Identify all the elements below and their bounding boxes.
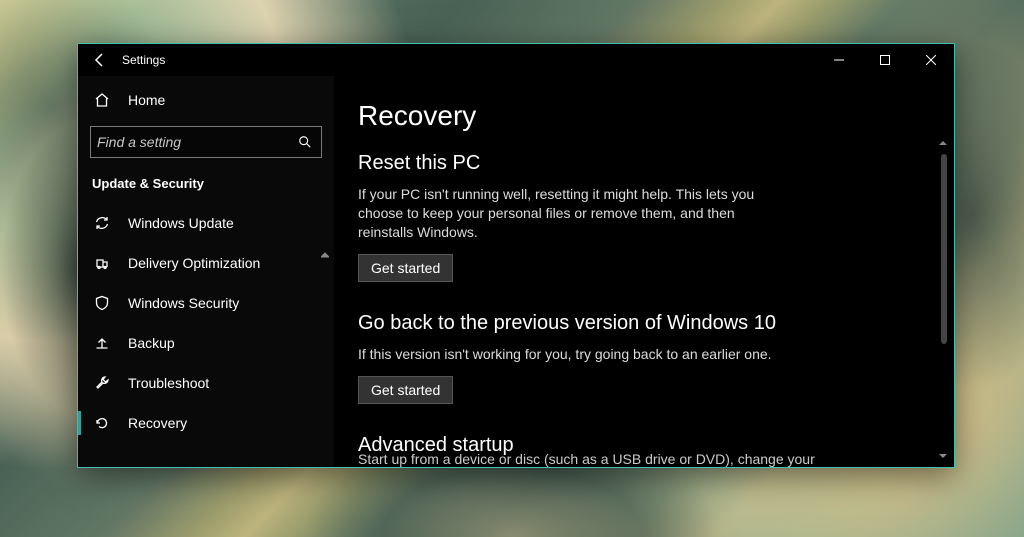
main-content: Recovery Reset this PC If your PC isn't … [334,76,954,467]
nav-item-label: Windows Update [128,215,234,231]
section-heading-goback: Go back to the previous version of Windo… [358,312,930,335]
window-controls [816,44,954,76]
nav-item-troubleshoot[interactable]: Troubleshoot [78,363,334,403]
shield-icon [92,293,112,313]
scroll-up-icon[interactable] [936,136,950,150]
main-scrollbar[interactable] [936,136,950,463]
close-button[interactable] [908,44,954,76]
window-body: Home Update & Security [78,76,954,467]
nav-item-recovery[interactable]: Recovery [78,403,334,443]
home-icon [92,90,112,110]
minimize-button[interactable] [816,44,862,76]
section-heading-reset: Reset this PC [358,152,930,175]
home-label: Home [128,92,165,108]
nav-item-label: Windows Security [128,295,239,311]
backup-icon [92,333,112,353]
wrench-icon [92,373,112,393]
search-box[interactable] [90,126,322,158]
maximize-button[interactable] [862,44,908,76]
scroll-up-icon[interactable] [318,248,332,262]
nav-item-label: Troubleshoot [128,375,209,391]
section-body-goback: If this version isn't working for you, t… [358,345,778,364]
search-icon [297,135,313,149]
scrollbar-thumb[interactable] [941,154,947,344]
nav-item-label: Backup [128,335,175,351]
nav-item-windows-update[interactable]: Windows Update [78,203,334,243]
settings-window: Settings Home [77,43,955,468]
nav-list: Windows Update Delivery Optimization Win… [78,203,334,443]
back-button[interactable] [86,44,114,76]
desktop-wallpaper: Settings Home [0,0,1024,537]
recovery-icon [92,413,112,433]
nav-item-label: Recovery [128,415,187,431]
sidebar: Home Update & Security [78,76,334,467]
nav-item-windows-security[interactable]: Windows Security [78,283,334,323]
nav-item-label: Delivery Optimization [128,255,260,271]
search-input[interactable] [97,134,297,150]
section-body-advanced-cutoff: Start up from a device or disc (such as … [358,451,914,467]
nav-group-label: Update & Security [78,168,334,203]
window-title: Settings [122,53,165,67]
goback-get-started-button[interactable]: Get started [358,376,453,404]
nav-item-backup[interactable]: Backup [78,323,334,363]
page-title: Recovery [358,100,930,132]
sync-icon [92,213,112,233]
titlebar: Settings [78,44,954,76]
section-body-reset: If your PC isn't running well, resetting… [358,185,778,242]
reset-get-started-button[interactable]: Get started [358,254,453,282]
scroll-down-icon[interactable] [936,449,950,463]
home-nav-item[interactable]: Home [78,78,334,122]
search-container [78,122,334,168]
sidebar-scrollbar[interactable] [318,248,332,467]
nav-item-delivery-optimization[interactable]: Delivery Optimization [78,243,334,283]
delivery-icon [92,253,112,273]
